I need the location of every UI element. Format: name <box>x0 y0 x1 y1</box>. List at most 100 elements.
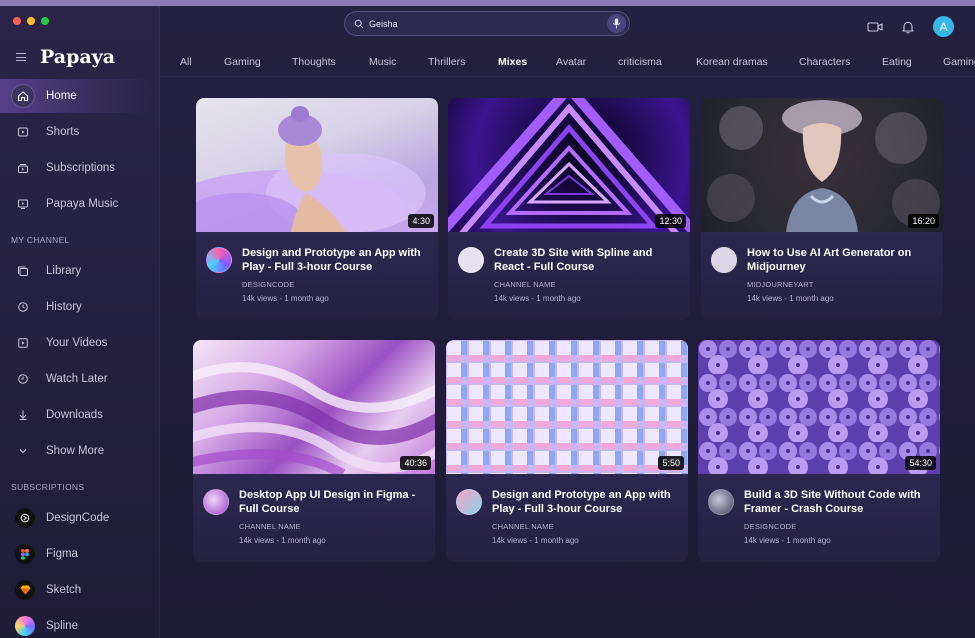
channel-avatar[interactable] <box>203 489 229 515</box>
search-bar[interactable] <box>344 11 630 36</box>
portrait-woman-purple-hair-image <box>196 106 426 246</box>
maximize-window-button[interactable] <box>41 17 49 25</box>
logo-row: Papaya <box>16 46 115 68</box>
chip-gaming-2[interactable]: Gaming <box>943 56 975 68</box>
channel-avatar[interactable] <box>458 247 484 273</box>
video-card[interactable]: 54:30 Build a 3D Site Without Code with … <box>698 340 940 562</box>
chip-mixes[interactable]: Mixes <box>498 56 527 68</box>
video-thumbnail[interactable]: 16:20 <box>701 98 943 232</box>
channel-avatar[interactable] <box>708 489 734 515</box>
sidebar-item-show-more[interactable]: Show More <box>0 434 156 468</box>
sidebar-item-label: Sketch <box>46 584 82 596</box>
video-thumbnail[interactable]: 12:30 <box>448 98 690 253</box>
video-duration: 54:30 <box>905 456 936 470</box>
video-title[interactable]: Desktop App UI Design in Figma - Full Co… <box>239 488 429 516</box>
video-thumbnail[interactable]: 4:30 <box>196 98 438 246</box>
channel-name[interactable]: DESIGNCODE <box>744 522 796 531</box>
window-controls <box>13 17 49 25</box>
channel-name[interactable]: CHANNEL NAME <box>239 522 301 531</box>
video-card[interactable]: 40:36 Desktop App UI Design in Figma - F… <box>193 340 435 562</box>
video-icon <box>14 334 32 352</box>
app-window: Papaya Home Shorts Subscriptions Papaya … <box>0 6 975 638</box>
sidebar: Papaya Home Shorts Subscriptions Papaya … <box>0 6 160 638</box>
app-logo[interactable]: Papaya <box>40 46 115 68</box>
sidebar-item-watch-later[interactable]: Watch Later <box>0 362 156 396</box>
chip-criticisma[interactable]: criticisma <box>618 56 662 68</box>
video-info: Design and Prototype an App with Play - … <box>446 474 688 562</box>
chip-gaming[interactable]: Gaming <box>224 56 261 68</box>
video-title[interactable]: How to Use AI Art Generator on Midjourne… <box>747 246 937 274</box>
video-thumbnail[interactable]: 5:50 <box>446 340 688 474</box>
sidebar-item-library[interactable]: Library <box>0 254 156 288</box>
sidebar-item-label: Your Videos <box>46 337 108 349</box>
minimize-window-button[interactable] <box>27 17 35 25</box>
video-duration: 4:30 <box>408 214 434 228</box>
sidebar-item-subscriptions[interactable]: Subscriptions <box>0 151 156 185</box>
channel-name[interactable]: CHANNEL NAME <box>492 522 554 531</box>
video-title[interactable]: Design and Prototype an App with Play - … <box>492 488 682 516</box>
sidebar-item-label: Shorts <box>46 126 80 138</box>
sidebar-item-label: Subscriptions <box>46 162 116 174</box>
music-icon <box>14 195 32 213</box>
user-avatar[interactable]: A <box>933 16 954 37</box>
channel-name[interactable]: CHANNEL NAME <box>494 280 556 289</box>
video-title[interactable]: Create 3D Site with Spline and React - F… <box>494 246 684 274</box>
video-info: Design and Prototype an App with Play - … <box>196 232 438 320</box>
spline-logo-icon <box>15 616 35 636</box>
chip-thoughts[interactable]: Thoughts <box>292 56 336 68</box>
home-icon <box>12 85 34 107</box>
sidebar-subscription-figma[interactable]: Figma <box>0 537 156 571</box>
video-camera-icon[interactable] <box>867 21 883 33</box>
search-input[interactable] <box>369 18 589 29</box>
video-card[interactable]: 5:50 Design and Prototype an App with Pl… <box>446 340 688 562</box>
sidebar-item-downloads[interactable]: Downloads <box>0 398 156 432</box>
chip-eating[interactable]: Eating <box>882 56 912 68</box>
sidebar-subscription-designcode[interactable]: DesignCode <box>0 501 156 535</box>
sidebar-item-papaya-music[interactable]: Papaya Music <box>0 187 156 221</box>
sidebar-subscription-spline[interactable]: Spline <box>0 609 156 638</box>
video-duration: 40:36 <box>400 456 431 470</box>
chip-all[interactable]: All <box>180 56 192 68</box>
chip-characters[interactable]: Characters <box>799 56 850 68</box>
chips-divider <box>160 76 975 77</box>
video-meta: 14k views - 1 month ago <box>494 294 581 303</box>
video-info: Create 3D Site with Spline and React - F… <box>448 232 690 320</box>
sidebar-item-label: Papaya Music <box>46 198 119 210</box>
history-icon <box>14 298 32 316</box>
video-info: Desktop App UI Design in Figma - Full Co… <box>193 474 435 562</box>
video-title[interactable]: Design and Prototype an App with Play - … <box>242 246 432 274</box>
video-meta: 14k views - 1 month ago <box>242 294 329 303</box>
sidebar-item-history[interactable]: History <box>0 290 156 324</box>
video-meta: 14k views - 1 month ago <box>239 536 326 545</box>
sidebar-item-your-videos[interactable]: Your Videos <box>0 326 156 360</box>
channel-avatar[interactable] <box>456 489 482 515</box>
close-window-button[interactable] <box>13 17 21 25</box>
marble-fluid-art-image <box>193 362 435 479</box>
sidebar-item-label: Show More <box>46 445 105 457</box>
video-meta: 14k views - 1 month ago <box>492 536 579 545</box>
chip-thrillers[interactable]: Thrillers <box>428 56 465 68</box>
video-thumbnail[interactable]: 40:36 <box>193 340 435 479</box>
channel-avatar[interactable] <box>206 247 232 273</box>
microphone-icon <box>612 18 621 29</box>
channel-name[interactable]: MIDJOURNEYART <box>747 280 814 289</box>
channel-name[interactable]: DESIGNCODE <box>242 280 294 289</box>
sidebar-item-home[interactable]: Home <box>0 79 156 113</box>
hamburger-menu-icon[interactable] <box>16 53 26 61</box>
video-card[interactable]: 16:20 How to Use AI Art Generator on Mid… <box>701 98 943 320</box>
video-duration: 16:20 <box>908 214 939 228</box>
sidebar-item-label: Spline <box>46 620 78 632</box>
channel-avatar[interactable] <box>711 247 737 273</box>
bell-icon[interactable] <box>901 20 915 34</box>
video-title[interactable]: Build a 3D Site Without Code with Framer… <box>744 488 934 516</box>
chip-avatar[interactable]: Avatar <box>556 56 586 68</box>
microphone-button[interactable] <box>607 14 626 33</box>
download-icon <box>14 406 32 424</box>
video-thumbnail[interactable]: 54:30 <box>698 340 940 474</box>
sidebar-subscription-sketch[interactable]: Sketch <box>0 573 156 607</box>
chip-music[interactable]: Music <box>369 56 396 68</box>
video-card[interactable]: 12:30 Create 3D Site with Spline and Rea… <box>448 98 690 320</box>
sidebar-item-shorts[interactable]: Shorts <box>0 115 156 149</box>
video-card[interactable]: 4:30 Design and Prototype an App with Pl… <box>196 98 438 320</box>
chip-korean-dramas[interactable]: Korean dramas <box>696 56 768 68</box>
